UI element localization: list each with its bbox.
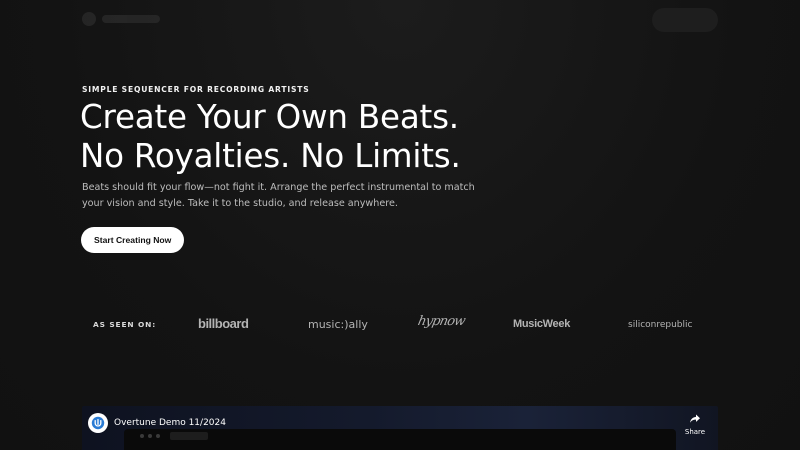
- hero-subtitle: Beats should fit your flow—not fight it.…: [82, 180, 502, 212]
- press-logo-siliconrepublic: siliconrepublic: [628, 320, 693, 330]
- window-dots-icon: [140, 434, 160, 438]
- press-logo-musically: music:)ally: [308, 318, 368, 331]
- hero-eyebrow: SIMPLE SEQUENCER FOR RECORDING ARTISTS: [82, 85, 310, 94]
- video-preview-frame: [124, 429, 676, 450]
- hero-headline-line-1: Create Your Own Beats.: [80, 98, 459, 136]
- hero-subtitle-line-2: your vision and style. Take it to the st…: [82, 198, 398, 209]
- nav-button[interactable]: [652, 8, 718, 32]
- landing-page: SIMPLE SEQUENCER FOR RECORDING ARTISTS C…: [0, 0, 800, 450]
- logo-wordmark: [102, 15, 160, 23]
- hero-subtitle-line-1: Beats should fit your flow—not fight it.…: [82, 182, 475, 193]
- hero-headline: Create Your Own Beats. No Royalties. No …: [80, 98, 461, 176]
- overtune-channel-icon[interactable]: [88, 413, 108, 433]
- channel-logo-icon: [91, 416, 105, 430]
- share-label: Share: [684, 428, 706, 436]
- preview-toolbar-pill: [170, 432, 208, 440]
- start-creating-button[interactable]: Start Creating Now: [81, 227, 185, 253]
- press-logo-billboard: billboard: [198, 316, 249, 331]
- share-arrow-icon: [690, 414, 700, 423]
- logo-mark-icon: [82, 12, 96, 26]
- demo-video-embed[interactable]: Overtune Demo 11/2024 Share: [82, 406, 718, 450]
- share-button[interactable]: Share: [682, 413, 708, 436]
- nav-logo[interactable]: [82, 12, 160, 26]
- press-logo-musicweek: MusicWeek: [513, 318, 571, 330]
- as-seen-on-label: AS SEEN ON:: [93, 320, 157, 329]
- hero-headline-line-2: No Royalties. No Limits.: [80, 137, 461, 175]
- video-title[interactable]: Overtune Demo 11/2024: [114, 418, 226, 428]
- press-logo-hypnow: hypnow: [416, 314, 467, 329]
